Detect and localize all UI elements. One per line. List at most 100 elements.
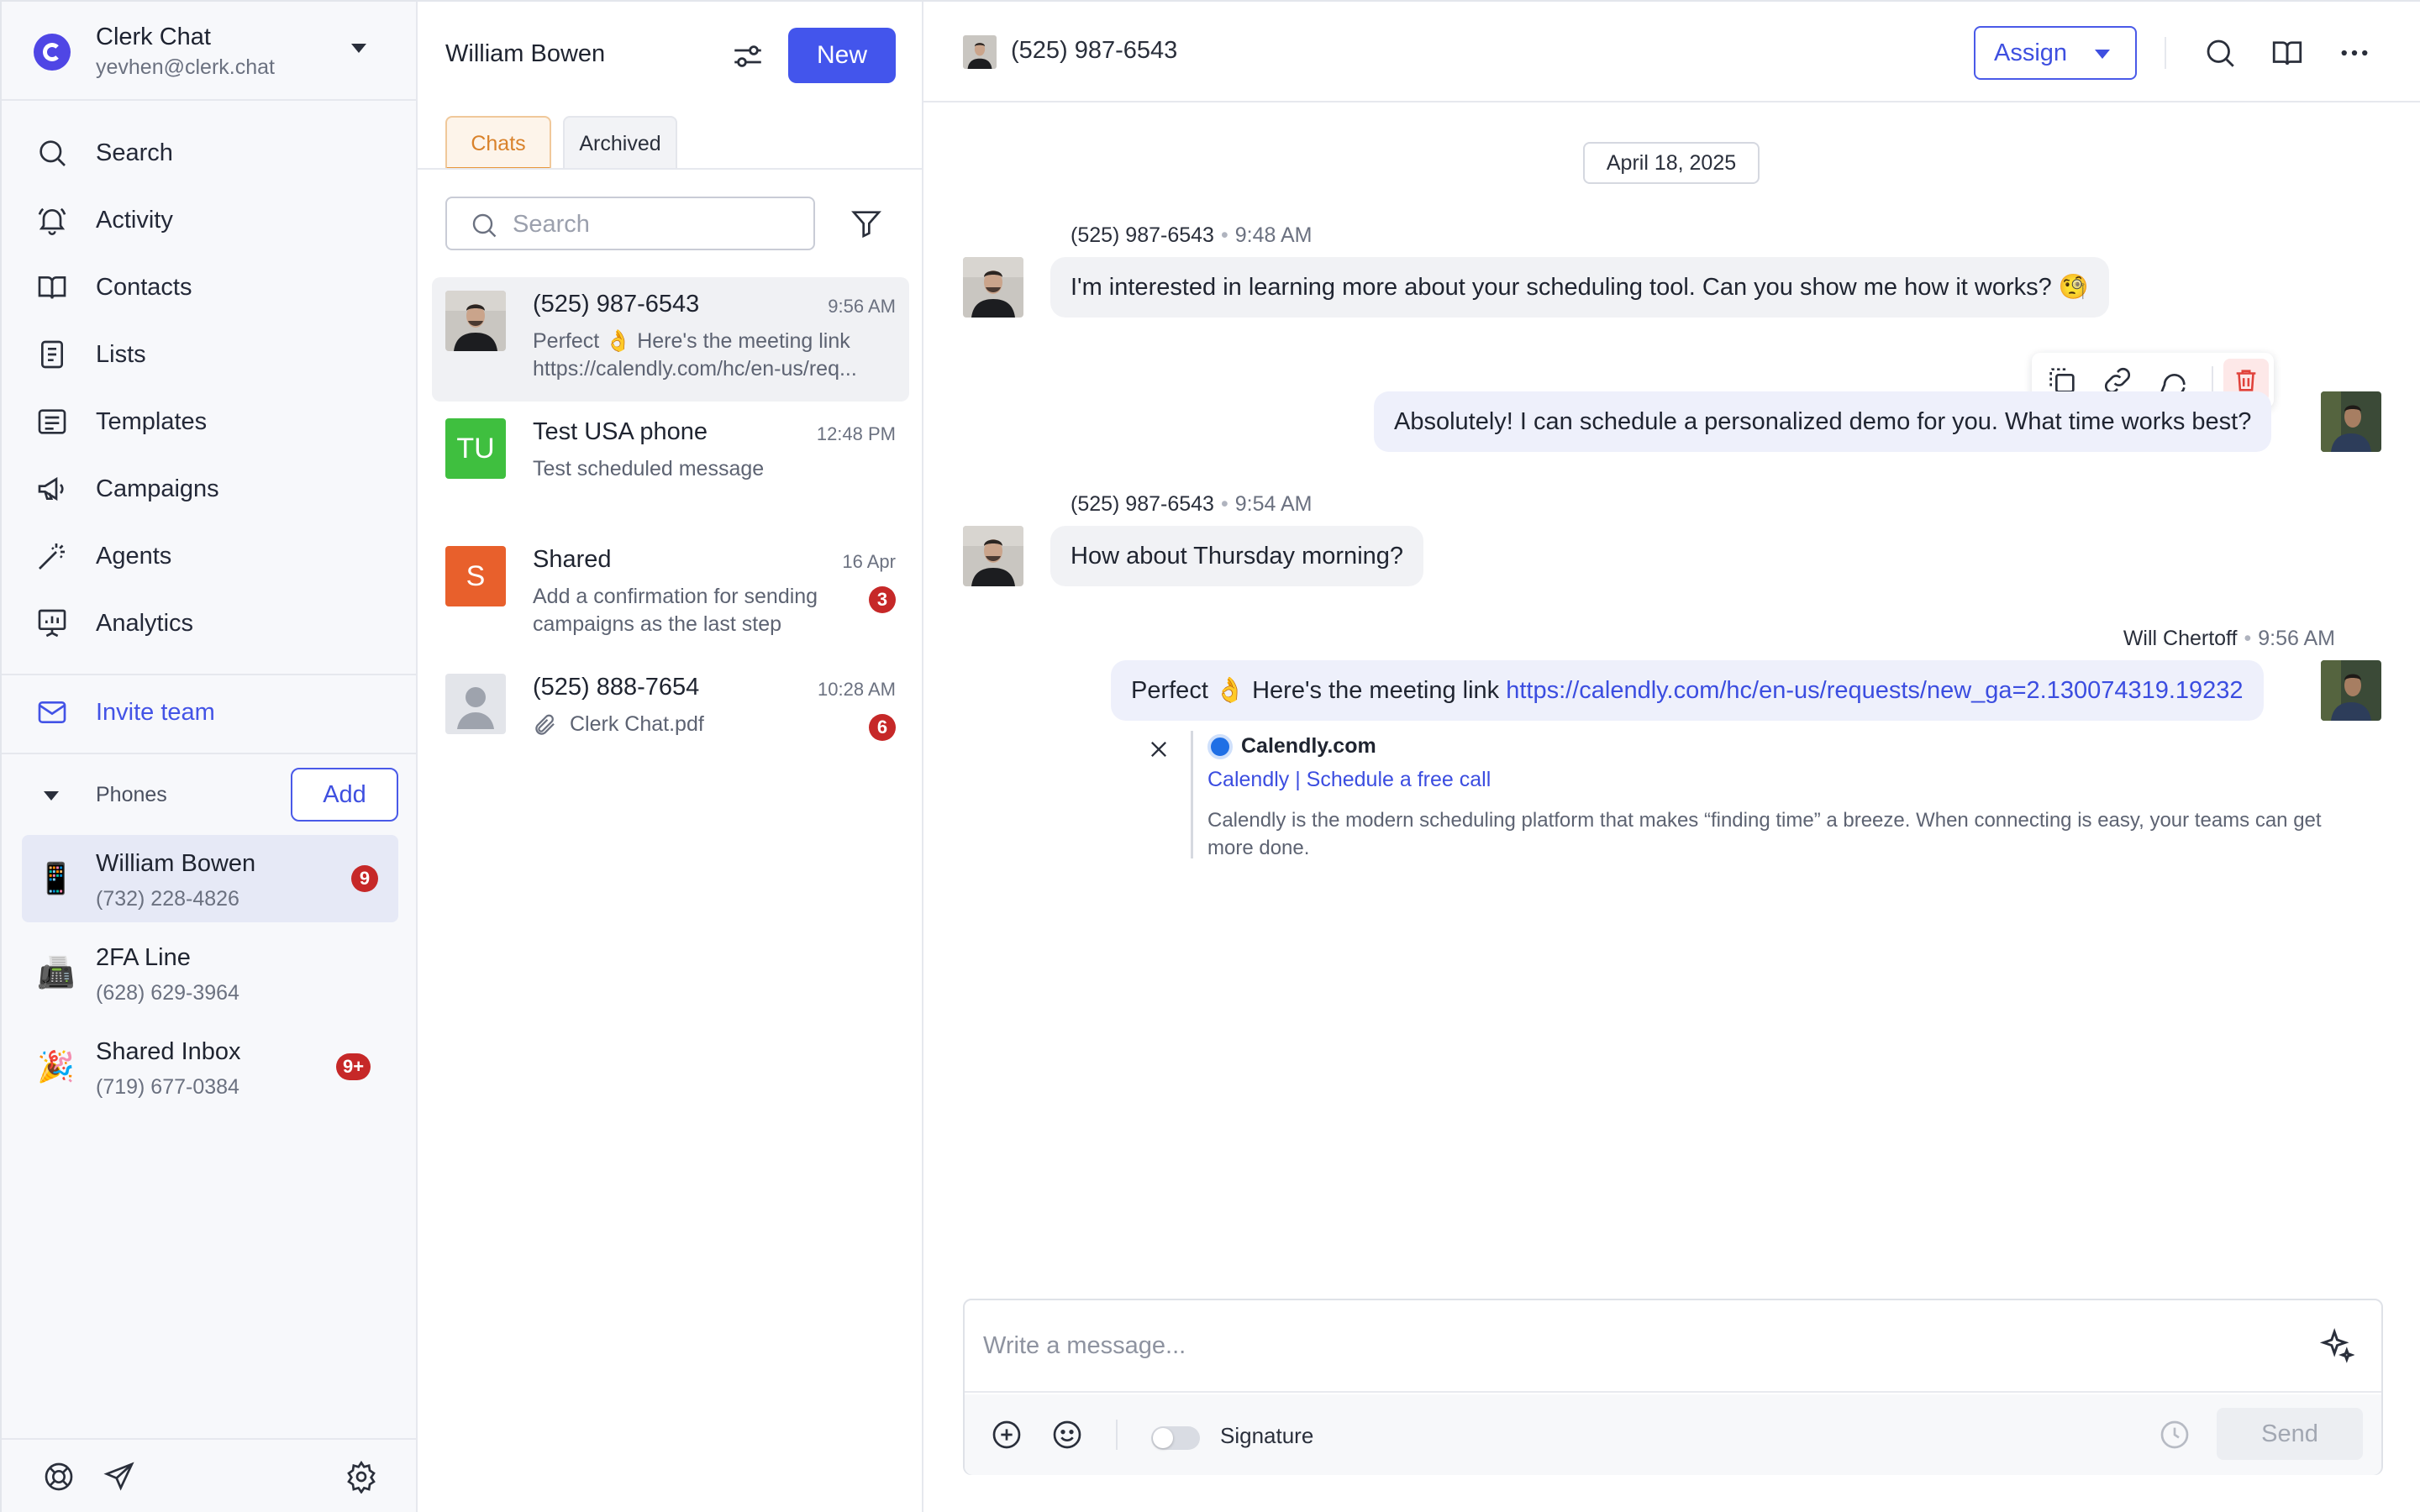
clerk-chat-logo (34, 34, 71, 71)
templates-icon (38, 409, 66, 434)
phone-item-2fa-line[interactable]: 📠 2FA Line (628) 629-3964 (22, 929, 398, 1016)
avatar (2321, 391, 2381, 452)
message-sender: Will Chertoff (2123, 627, 2238, 650)
add-phone-button[interactable]: Add (291, 768, 398, 822)
app-window: Clerk Chat yevhen@clerk.chat Search Acti… (0, 0, 2420, 1512)
tab-chats[interactable]: Chats (445, 116, 551, 170)
sliders-icon[interactable] (730, 39, 765, 74)
filter-icon[interactable] (850, 207, 883, 240)
nav-item-campaigns[interactable]: Campaigns (2, 455, 418, 522)
lifebuoy-icon[interactable] (42, 1460, 76, 1494)
message-sender: (525) 987-6543 (1071, 223, 1214, 247)
phones-title: Phones (96, 783, 167, 806)
nav-item-agents[interactable]: Agents (2, 522, 418, 590)
message-bubble[interactable]: Perfect 👌 Here's the meeting link https:… (1111, 660, 2264, 721)
chevron-down-icon (2095, 50, 2110, 59)
conversation-item[interactable]: (525) 888-7654 10:28 AM Clerk Chat.pdf 6 (432, 660, 909, 785)
chevron-down-icon[interactable] (351, 44, 366, 53)
inbox-title: William Bowen (445, 40, 606, 67)
conversation-panel: (525) 987-6543 Assign April 18, 2025 (52… (923, 2, 2420, 1512)
assign-dropdown[interactable]: Assign (1974, 26, 2137, 80)
search-icon (472, 213, 497, 238)
conversation-preview: Clerk Chat.pdf (533, 711, 886, 738)
phone-number: (732) 228-4826 (96, 887, 239, 911)
conversation-time: 16 Apr (842, 551, 896, 572)
conversation-title: (525) 987-6543 (1011, 37, 1178, 64)
attachment-name: Clerk Chat.pdf (570, 712, 704, 736)
trash-icon (2236, 370, 2256, 391)
preview-accent-bar (1191, 731, 1193, 858)
send-plane-icon[interactable] (103, 1460, 136, 1494)
phone-name: Shared Inbox (96, 1038, 241, 1065)
preview-site: Calendly.com (1241, 734, 1376, 758)
message-composer: Signature Send (963, 1299, 2383, 1475)
fax-icon: 📠 (37, 955, 75, 990)
divider (2165, 37, 2166, 69)
close-icon[interactable] (1147, 738, 1171, 761)
message-link[interactable]: https://calendly.com/hc/en-us/requests/n… (1506, 677, 2243, 704)
message-bubble[interactable]: I'm interested in learning more about yo… (1050, 257, 2109, 318)
preview-title[interactable]: Calendly | Schedule a free call (1207, 768, 1491, 792)
nav-label: Search (96, 139, 173, 166)
conversation-header: (525) 987-6543 Assign (923, 2, 2420, 102)
avatar (963, 526, 1023, 586)
conversation-preview: Perfect 👌 Here's the meeting link https:… (533, 328, 886, 383)
send-button[interactable]: Send (2217, 1408, 2363, 1460)
message-sender: (525) 987-6543 (1071, 492, 1214, 516)
tab-archived[interactable]: Archived (563, 116, 677, 170)
conversation-time: 9:56 AM (828, 296, 896, 317)
unread-badge: 9 (351, 865, 378, 892)
preview-line: Perfect 👌 Here's the meeting link (533, 329, 850, 353)
nav-item-search[interactable]: Search (2, 119, 418, 186)
calendly-favicon-icon (1207, 734, 1233, 759)
nav-item-templates[interactable]: Templates (2, 388, 418, 455)
conversation-item[interactable]: S Shared 16 Apr Add a confirmation for s… (432, 533, 909, 657)
signature-toggle[interactable] (1151, 1426, 1200, 1450)
conversation-item[interactable]: (525) 987-6543 9:56 AM Perfect 👌 Here's … (432, 277, 909, 402)
book-open-icon[interactable] (2270, 35, 2305, 71)
conversation-name: Test USA phone (533, 418, 708, 445)
composer-toolbar: Signature Send (965, 1394, 2381, 1475)
message-bubble[interactable]: Absolutely! I can schedule a personalize… (1374, 391, 2272, 452)
nav-item-lists[interactable]: Lists (2, 321, 418, 388)
message-input[interactable] (983, 1327, 2294, 1364)
bell-icon (38, 207, 66, 235)
nav-item-analytics[interactable]: Analytics (2, 590, 418, 657)
message-text: Perfect 👌 Here's the meeting link (1131, 677, 1507, 704)
phones-section-header: Phones Add (2, 766, 418, 825)
message-bubble[interactable]: How about Thursday morning? (1050, 526, 1424, 586)
nav-item-contacts[interactable]: Contacts (2, 254, 418, 321)
plus-circle-icon[interactable] (990, 1418, 1023, 1452)
nav-item-activity[interactable]: Activity (2, 186, 418, 254)
magic-wand-icon (39, 543, 65, 570)
message-meta: Will Chertoff • 9:56 AM (2123, 627, 2335, 650)
ai-sparkle-icon[interactable] (2317, 1327, 2354, 1364)
conversation-item[interactable]: TU Test USA phone 12:48 PM Test schedule… (432, 405, 909, 529)
search-icon (39, 140, 66, 166)
unread-badge: 9+ (336, 1053, 371, 1080)
chat-list-panel: William Bowen New Chats Archived (525) 9… (418, 2, 923, 1512)
invite-team-link[interactable]: Invite team (35, 696, 215, 729)
chat-search-input[interactable] (513, 207, 798, 242)
nav-label: Templates (96, 407, 208, 435)
phone-item-william-bowen[interactable]: 📱 William Bowen (732) 228-4826 9 (22, 835, 398, 922)
more-horizontal-icon[interactable] (2337, 35, 2372, 71)
gear-icon[interactable] (345, 1460, 378, 1494)
divider (1116, 1420, 1118, 1450)
nav-label: Analytics (96, 609, 194, 637)
phone-name: 2FA Line (96, 944, 191, 971)
emoji-icon[interactable] (1050, 1418, 1084, 1452)
avatar (445, 674, 506, 734)
org-switcher[interactable]: Clerk Chat yevhen@clerk.chat (2, 2, 418, 101)
search-icon[interactable] (2202, 35, 2238, 71)
chat-search (445, 197, 815, 250)
phone-name: William Bowen (96, 850, 256, 877)
phone-item-shared-inbox[interactable]: 🎉 Shared Inbox (719) 677-0384 9+ (22, 1023, 398, 1110)
chevron-down-icon[interactable] (44, 791, 59, 801)
date-separator: April 18, 2025 (1583, 142, 1760, 184)
schedule-clock-icon[interactable] (2158, 1418, 2191, 1452)
composer-input-area (965, 1300, 2381, 1393)
new-chat-button[interactable]: New (788, 28, 896, 83)
signature-label: Signature (1220, 1423, 1314, 1448)
avatar: TU (445, 418, 506, 479)
